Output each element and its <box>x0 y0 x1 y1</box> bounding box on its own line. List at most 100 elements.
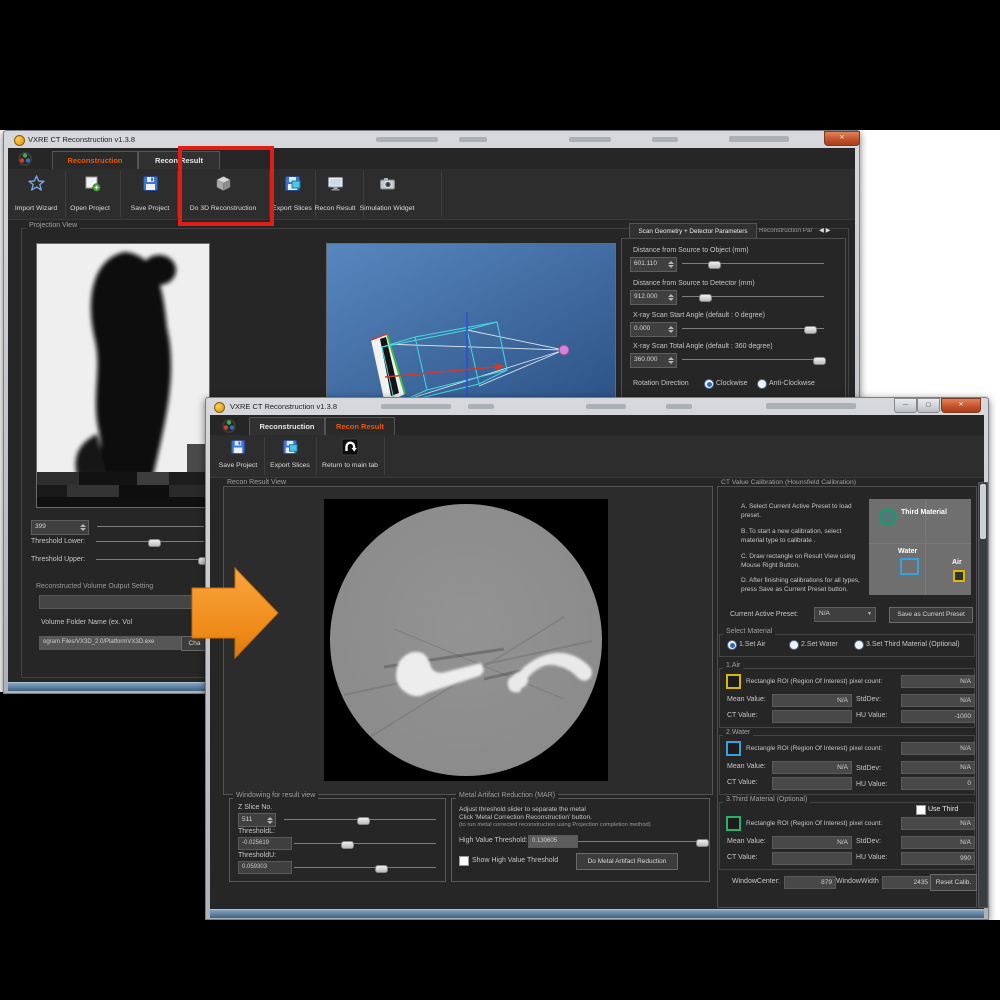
toolbar-separator <box>441 171 442 217</box>
use-third-checkbox[interactable] <box>916 805 926 815</box>
high-value-threshold-field[interactable]: 0.130605 <box>528 835 578 848</box>
save-as-current-preset-button[interactable]: Save as Current Preset <box>889 607 973 623</box>
threshold-l-slider[interactable] <box>294 839 436 848</box>
volume-output-field[interactable] <box>39 595 209 609</box>
reset-calibration-button[interactable]: Reset Calib. <box>930 874 977 891</box>
projection-slice-spinner[interactable]: 399 <box>31 520 89 535</box>
water-stddev-field: N/A <box>901 761 975 774</box>
mar-instruction-line1: Adjust threshold slider to separate the … <box>459 806 586 813</box>
save-project-button[interactable]: Save Project <box>219 462 258 469</box>
water-mean-label: Mean Value: <box>727 763 766 771</box>
red-highlight-box <box>178 146 274 226</box>
mar-title: Metal Artifact Reduction (MAR) <box>456 792 558 799</box>
param-total-angle-label: X-ray Scan Total Angle (default : 360 de… <box>633 343 773 351</box>
param-source-object-spinner[interactable]: 601.110 <box>630 257 677 272</box>
front-window-titlebar[interactable]: VXRE CT Reconstruction v1.3.8 — ▢ ✕ <box>206 398 988 415</box>
param-source-detector-slider[interactable] <box>682 292 824 301</box>
simulation-widget-button[interactable]: Simulation Widget <box>360 205 415 212</box>
volume-output-setting-label: Reconstructed Volume Output Setting <box>36 583 153 591</box>
air-stddev-label: StdDev: <box>856 696 881 704</box>
export-slices-button[interactable]: Export Slices <box>272 205 312 212</box>
params-tab-reconstruction[interactable]: Reconstruction Par <box>759 228 817 235</box>
set-third-material-radio[interactable] <box>854 640 864 650</box>
rotation-anticlockwise-label: Anti-Clockwise <box>769 380 815 388</box>
param-total-angle-spinner[interactable]: 360.000 <box>630 353 677 368</box>
set-air-radio[interactable] <box>727 640 737 650</box>
param-start-angle-slider[interactable] <box>682 324 824 333</box>
back-tab-reconstruction[interactable]: Reconstruction <box>52 151 138 169</box>
air-roi-label: Rectangle ROI (Region Of Interest) pixel… <box>746 678 882 685</box>
mar-instruction-line2: Click 'Metal Correction Reconstruction' … <box>459 814 592 821</box>
rotation-anticlockwise-radio[interactable] <box>757 379 767 389</box>
threshold-l-field[interactable]: -0.025619 <box>238 837 292 850</box>
window-center-field[interactable]: 879 <box>784 876 836 889</box>
threshold-upper-label: Threshold Upper: <box>31 556 85 564</box>
z-slice-slider[interactable] <box>284 815 436 824</box>
ct-calibration-title: CT Value Calibration (Hounsfield Calibra… <box>718 479 859 486</box>
close-button[interactable]: ✕ <box>941 398 981 413</box>
minimize-button[interactable]: — <box>894 398 917 413</box>
open-project-button[interactable]: Open Project <box>70 205 110 212</box>
params-tab-scan-geometry[interactable]: Scan Geometry + Detector Parameters <box>629 223 757 239</box>
current-active-preset-dropdown[interactable]: N/A▼ <box>814 607 876 622</box>
air-ct-field[interactable] <box>772 710 852 723</box>
front-window-statusbar <box>210 909 984 918</box>
ct-slice-image[interactable] <box>324 499 608 781</box>
front-tab-recon-result[interactable]: Recon Result <box>325 417 395 435</box>
threshold-u-field[interactable]: 0.059303 <box>238 861 292 874</box>
threshold-lower-slider[interactable] <box>96 537 204 546</box>
param-source-detector-spinner[interactable]: 912.000 <box>630 290 677 305</box>
show-high-value-threshold-checkbox[interactable] <box>459 856 469 866</box>
volume-folder-label: Volume Folder Name (ex. Vol <box>41 619 132 627</box>
front-tab-reconstruction[interactable]: Reconstruction <box>249 417 325 435</box>
tab-scroll-arrows[interactable]: ◀ ▶ <box>819 228 830 235</box>
return-to-main-tab-button[interactable]: Return to main tab <box>322 462 378 469</box>
export-slices-icon <box>284 175 301 192</box>
platform-exe-path-field[interactable]: ogram Files/VX3D_2.0/PlatformVX3D.exe <box>39 636 185 650</box>
bottom-black-band <box>0 920 1000 1000</box>
rotation-clockwise-radio[interactable] <box>704 379 714 389</box>
high-value-threshold-slider[interactable] <box>578 837 702 846</box>
water-ct-field[interactable] <box>772 777 852 790</box>
third-material-group-label: 3.Third Material (Optional) <box>723 796 810 803</box>
third-stddev-field: N/A <box>901 836 975 849</box>
calibration-scrollbar[interactable] <box>978 482 988 908</box>
water-roi-count-field: N/A <box>901 742 975 755</box>
do-metal-artifact-reduction-button[interactable]: Do Metal Artifact Reduction <box>576 853 678 870</box>
projection-slice-slider[interactable] <box>97 522 204 531</box>
window-width-label: WindowWidth <box>836 878 879 886</box>
third-ct-field[interactable] <box>772 852 852 865</box>
third-hu-field[interactable]: 990 <box>901 852 975 865</box>
ghost-text <box>569 137 611 142</box>
set-third-material-label: 3.Set Third Material (Optional) <box>866 641 960 649</box>
save-project-button[interactable]: Save Project <box>131 205 170 212</box>
window-width-field[interactable]: 2435 <box>882 876 932 889</box>
air-hu-field[interactable]: -1000 <box>901 710 975 723</box>
air-group-label: 1.Air <box>723 662 743 669</box>
param-source-object-slider[interactable] <box>682 259 824 268</box>
save-project-icon <box>142 175 159 192</box>
param-source-detector-label: Distance from Source to Detector (mm) <box>633 280 755 288</box>
toolbar-separator <box>384 437 385 475</box>
z-slice-spinner[interactable]: 511 <box>238 813 276 827</box>
set-water-radio[interactable] <box>789 640 799 650</box>
back-window-title: VXRE CT Reconstruction v1.3.8 <box>28 135 135 144</box>
recon-result-button[interactable]: Recon Result <box>315 205 356 212</box>
import-wizard-button[interactable]: Import Wizard <box>15 205 57 212</box>
calibration-legend-thumbnail: Third Material Water Air <box>869 499 971 595</box>
export-slices-button[interactable]: Export Slices <box>270 462 310 469</box>
scrollbar-thumb[interactable] <box>980 484 986 539</box>
close-button[interactable]: ✕ <box>824 131 860 146</box>
air-mean-label: Mean Value: <box>727 696 766 704</box>
app-logo-icon <box>222 419 236 433</box>
use-third-label: Use Third <box>928 806 958 814</box>
set-water-label: 2.Set Water <box>801 641 838 649</box>
water-hu-field[interactable]: 0 <box>901 777 975 790</box>
threshold-u-slider[interactable] <box>294 863 436 872</box>
param-total-angle-slider[interactable] <box>682 355 824 364</box>
projection-image-panel[interactable] <box>36 243 210 508</box>
back-window-titlebar[interactable]: VXRE CT Reconstruction v1.3.8 ✕ <box>4 131 859 148</box>
maximize-button[interactable]: ▢ <box>917 398 940 413</box>
param-start-angle-spinner[interactable]: 0.000 <box>630 322 677 337</box>
ghost-icons <box>766 403 856 409</box>
